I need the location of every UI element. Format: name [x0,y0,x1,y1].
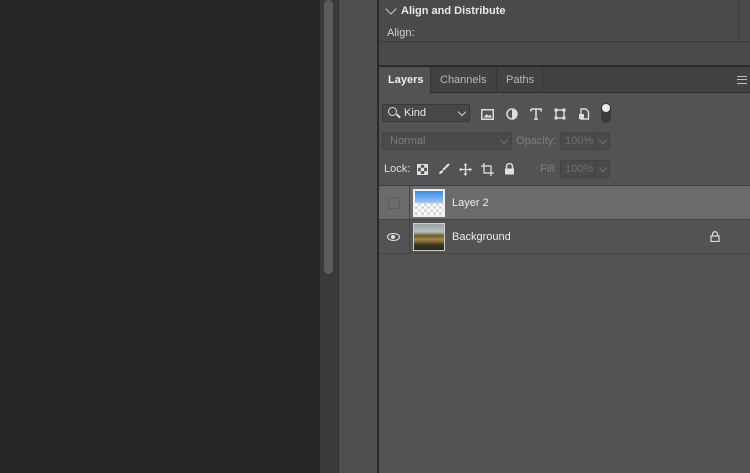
filter-toggle[interactable] [601,103,611,123]
opacity-label: Opacity: [516,135,557,147]
type-filter-icon[interactable] [528,106,544,122]
smart-object-filter-icon[interactable] [576,106,592,122]
lock-transparent-pixels-icon[interactable] [414,161,430,177]
chevron-down-icon [499,135,509,145]
lock-icon[interactable] [710,231,720,242]
tab-paths[interactable]: Paths [497,67,543,93]
panel-tabbar: Layers Channels Paths [379,67,750,94]
panel-menu-icon[interactable] [737,76,747,84]
layer-row-background[interactable]: Background [379,220,750,254]
fill-dropdown[interactable] [595,161,609,177]
opacity-dropdown[interactable] [595,133,609,149]
opacity-field[interactable]: 100% [560,132,610,150]
layer-name[interactable]: Background [452,231,511,243]
pixel-filter-icon[interactable] [479,106,495,122]
lock-artboard-icon[interactable] [479,161,495,177]
fill-label: Fill: [540,163,558,175]
lock-all-icon[interactable] [501,161,517,177]
kind-value: Kind [404,107,427,119]
layer-thumbnail[interactable] [413,189,445,217]
fill-field[interactable]: 100% [560,160,610,178]
align-distribute-header[interactable]: Align and Distribute [385,3,506,17]
layer-row-layer-2[interactable]: Layer 2 [379,186,750,220]
visibility-toggle[interactable] [379,220,410,254]
visibility-toggle[interactable] [379,186,410,220]
blend-mode-select[interactable]: Normal [382,132,512,150]
layer-thumbnail[interactable] [413,223,445,251]
blend-opacity-row: Normal Opacity: 100% [379,131,750,151]
search-icon [388,107,397,116]
chevron-down-icon[interactable] [385,3,397,15]
lock-position-icon[interactable] [457,161,473,177]
lock-label: Lock: [384,163,411,175]
blend-mode-value: Normal [390,135,426,147]
section-title: Align and Distribute [401,5,506,17]
tab-channels[interactable]: Channels [431,67,497,93]
fill-value: 100% [565,163,594,175]
tab-layers[interactable]: Layers [379,67,431,94]
chevron-down-icon [598,163,608,173]
filter-kind-select[interactable]: Kind [382,104,470,122]
opacity-value: 100% [565,135,594,147]
layers-panel: Layers Channels Paths Kind Normal Opacit… [379,67,750,473]
eye-icon[interactable] [387,233,400,241]
lock-image-pixels-icon[interactable] [436,161,452,177]
shape-filter-icon[interactable] [552,106,568,122]
adjustment-filter-icon[interactable] [504,106,520,122]
layer-name[interactable]: Layer 2 [452,197,489,209]
layer-filter-row: Kind [379,101,750,123]
lock-fill-row: Lock: Fill: 100% [379,159,750,179]
document-canvas[interactable] [0,0,320,473]
panel-dock-strip [338,0,378,473]
divider [379,41,750,42]
align-label: Align: [387,27,415,39]
canvas-vertical-scrollbar[interactable] [320,0,338,473]
sky-thumbnail-image [415,191,443,215]
properties-scrollbar[interactable] [738,0,750,40]
layers-list: Layer 2 Background [379,185,750,473]
properties-panel: Align and Distribute Align: [379,0,750,66]
chevron-down-icon [598,135,608,145]
chevron-down-icon [457,107,467,117]
scrollbar-thumb[interactable] [324,0,333,274]
landscape-thumbnail-image [414,224,444,250]
hidden-visibility-box[interactable] [388,197,400,209]
